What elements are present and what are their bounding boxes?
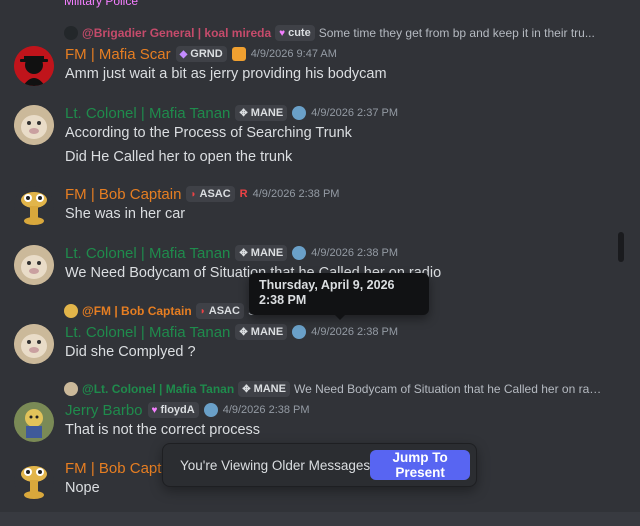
role-icon xyxy=(292,246,307,260)
avatar-image xyxy=(14,324,54,364)
compass-icon: ✥ xyxy=(239,326,248,338)
reply-author[interactable]: @Lt. Colonel | Mafia Tanan xyxy=(82,382,234,396)
avatar[interactable] xyxy=(14,105,54,145)
avatar xyxy=(64,26,78,40)
compass-icon: ✥ xyxy=(239,107,248,119)
avatar xyxy=(64,304,78,318)
timestamp[interactable]: 4/9/2026 2:38 PM xyxy=(223,404,310,416)
pill-icon: ◗ xyxy=(199,305,206,317)
avatar[interactable] xyxy=(14,402,54,442)
message-input-bar[interactable] xyxy=(0,512,640,526)
heart-icon: ♥ xyxy=(151,404,158,416)
compass-icon: ✥ xyxy=(239,247,248,259)
tag-badge[interactable]: ✥ MANE xyxy=(235,245,288,261)
username[interactable]: FM | Mafia Scar xyxy=(65,46,171,63)
avatar-image xyxy=(14,245,54,285)
reply-text: Some time they get from bp and keep it i… xyxy=(318,26,595,40)
timestamp[interactable]: 4/9/2026 2:37 PM xyxy=(311,107,398,119)
message-content: She was in her car xyxy=(65,206,186,222)
avatar-image xyxy=(21,192,47,225)
role-icon xyxy=(203,403,218,417)
username[interactable]: Lt. Colonel | Mafia Tanan xyxy=(65,105,230,122)
role-text: R xyxy=(239,188,248,200)
avatar-image xyxy=(14,402,54,442)
avatar-image xyxy=(14,105,54,145)
avatar[interactable] xyxy=(14,324,54,364)
avatar[interactable] xyxy=(14,245,54,285)
tag-badge[interactable]: ✥ MANE xyxy=(235,324,288,340)
scrollbar-thumb[interactable] xyxy=(618,232,624,262)
username[interactable]: Lt. Colonel | Mafia Tanan xyxy=(65,245,230,262)
banner-text: You're Viewing Older Messages xyxy=(180,457,371,473)
timestamp[interactable]: 4/9/2026 2:38 PM xyxy=(253,188,340,200)
message-content: Did He Called her to open the trunk xyxy=(65,149,293,165)
tag-badge[interactable]: ◗ ASAC xyxy=(186,186,235,202)
avatar[interactable] xyxy=(14,460,54,500)
tag-badge[interactable]: ✥ MANE xyxy=(235,105,288,121)
tag-badge: ◗ ASAC xyxy=(195,303,244,319)
message-content: Did she Complyed ? xyxy=(65,344,196,360)
reply-author[interactable]: @FM | Bob Captain xyxy=(82,304,192,318)
reply-author[interactable]: @Brigadier General | koal mireda xyxy=(82,26,271,40)
reply-preview[interactable]: @Brigadier General | koal mireda ♥ cute S… xyxy=(64,25,604,41)
reply-preview[interactable]: @Lt. Colonel | Mafia Tanan ✥ MANE We Need… xyxy=(64,381,604,397)
tag-badge: ♥ cute xyxy=(275,25,315,41)
avatar-image xyxy=(14,46,54,86)
jump-to-present-button[interactable]: Jump To Present xyxy=(370,450,470,480)
tag-badge[interactable]: ♥ floydA xyxy=(147,402,199,418)
reply-text: We Need Bodycam of Situation that he Cal… xyxy=(293,382,604,396)
timestamp[interactable]: 4/9/2026 9:47 AM xyxy=(251,48,337,60)
flame-icon: ◆ xyxy=(179,48,188,60)
role-icon xyxy=(292,106,307,120)
message-content: Nope xyxy=(65,480,100,496)
compass-icon: ✥ xyxy=(242,383,251,395)
role-icon xyxy=(292,325,307,339)
message-content: Amm just wait a bit as jerry providing h… xyxy=(65,66,387,82)
timestamp[interactable]: 4/9/2026 2:38 PM xyxy=(311,247,398,259)
avatar-image xyxy=(21,466,47,499)
message-content: According to the Process of Searching Tr… xyxy=(65,125,352,141)
role-icon xyxy=(231,47,246,61)
timestamp-tooltip: Thursday, April 9, 2026 2:38 PM xyxy=(249,273,429,320)
message-content: That is not the correct process xyxy=(65,422,261,438)
heart-icon: ♥ xyxy=(279,27,286,39)
cutoff-text: Military Police xyxy=(64,0,139,8)
older-messages-banner: You're Viewing Older Messages Jump To Pr… xyxy=(162,443,477,487)
tag-badge: ✥ MANE xyxy=(238,381,290,397)
avatar xyxy=(64,382,78,396)
username[interactable]: Jerry Barbo xyxy=(65,402,143,419)
avatar[interactable] xyxy=(14,46,54,86)
pill-icon: ◗ xyxy=(190,188,197,200)
username[interactable]: FM | Bob Captain xyxy=(65,186,181,203)
tag-badge[interactable]: ◆ GRND xyxy=(175,46,227,62)
username[interactable]: Lt. Colonel | Mafia Tanan xyxy=(65,324,230,341)
avatar[interactable] xyxy=(14,186,54,226)
timestamp[interactable]: 4/9/2026 2:38 PM xyxy=(311,326,398,338)
